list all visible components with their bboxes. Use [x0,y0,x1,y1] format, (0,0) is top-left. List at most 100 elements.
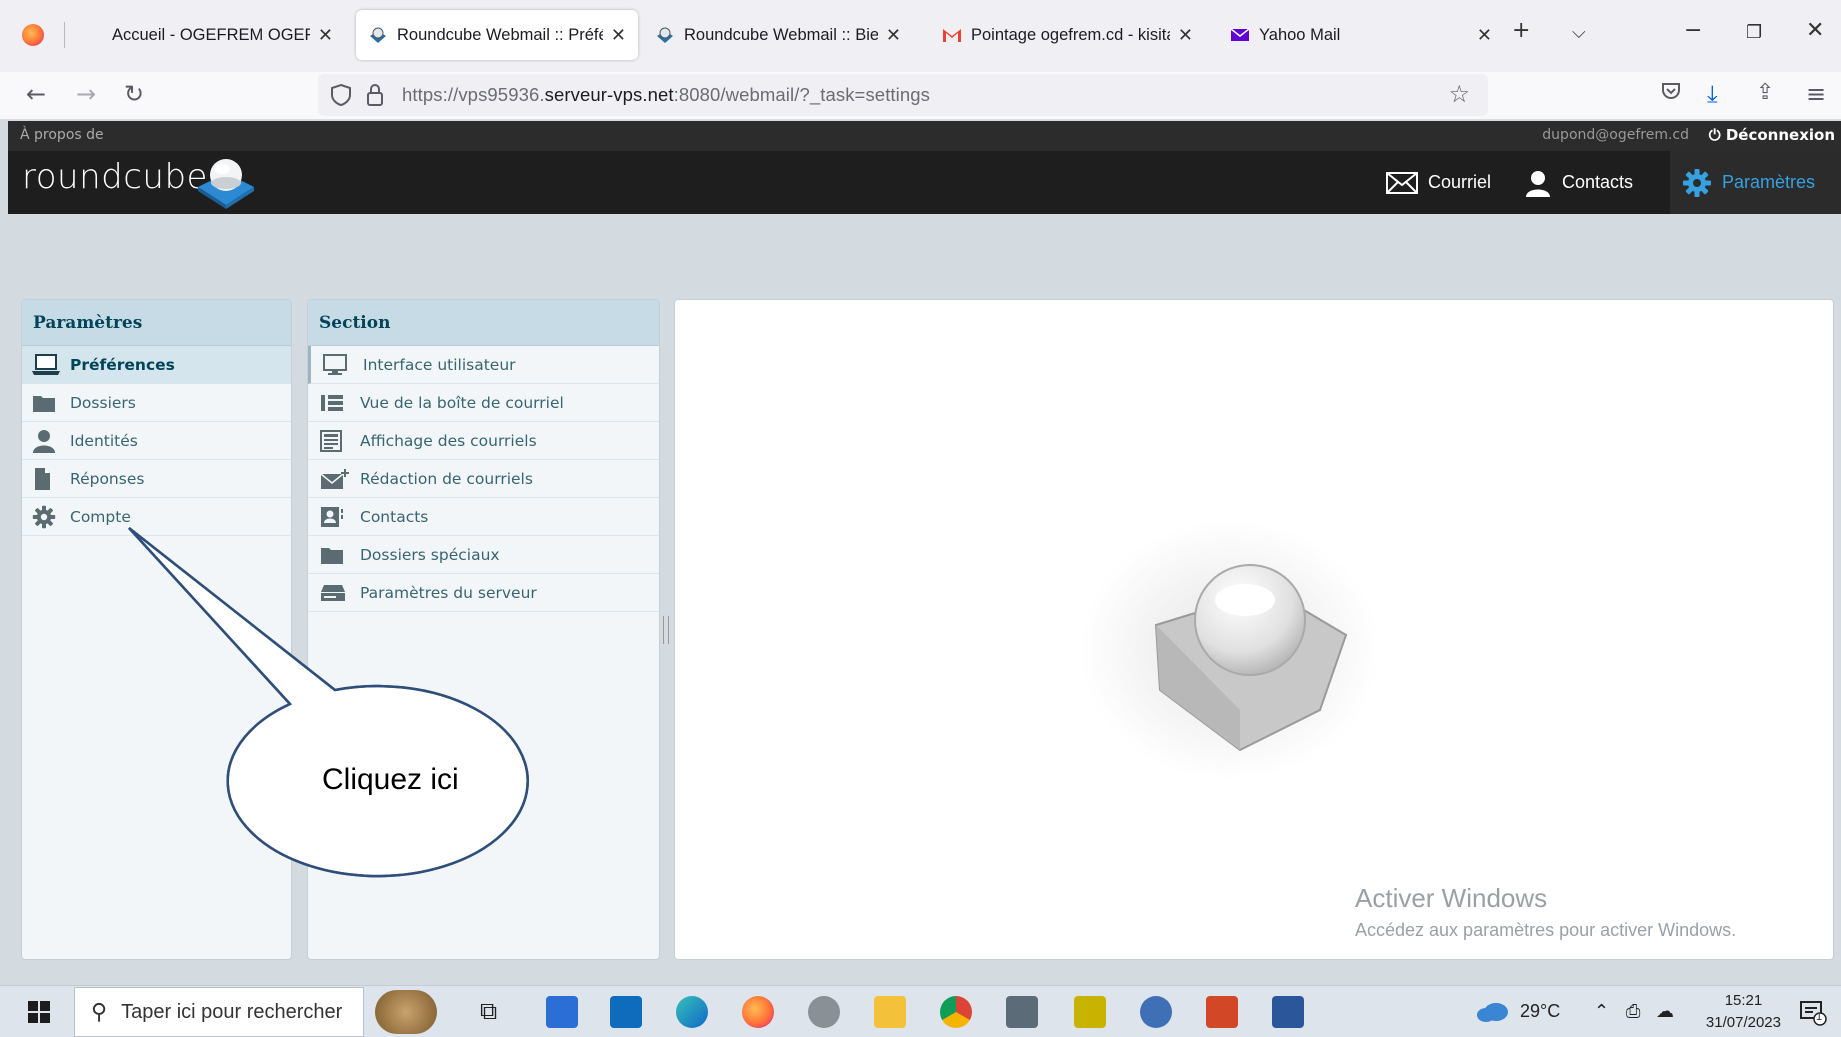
window-close-icon[interactable]: ✕ [1806,18,1824,43]
section-item-mailbox-view[interactable]: Vue de la boîte de courriel [308,384,659,422]
section-item-compose[interactable]: Rédaction de courriels [308,460,659,498]
logout-button[interactable]: ⏻ Déconnexion [1709,126,1835,144]
close-icon[interactable]: ✕ [1178,25,1193,46]
document-icon [32,467,62,491]
back-arrow-icon[interactable]: ← [26,80,46,108]
monitor-icon [323,353,353,376]
message-display-icon [320,429,350,452]
tab-separator [64,22,65,48]
section-item-message-display[interactable]: Affichage des courriels [308,422,659,460]
tab-list-chevron-down-icon[interactable]: ⌵ [1572,22,1586,43]
chrome-icon[interactable] [940,996,972,1028]
word-icon[interactable] [1272,996,1304,1028]
tab-pointage[interactable]: Pointage ogefrem.cd - kisitab ✕ [930,10,1205,60]
settings-item-identities[interactable]: Identités [22,422,291,460]
tab-roundcube-preferences[interactable]: Roundcube Webmail :: Préférences ✕ [356,10,638,60]
firefox-icon[interactable] [742,996,774,1028]
gmail-icon [942,25,962,45]
roundcube-watermark-icon [1080,520,1380,780]
close-icon[interactable]: ✕ [611,25,626,46]
lock-icon[interactable] [366,83,384,111]
fireworks-icon[interactable] [1074,996,1106,1028]
nav-settings[interactable]: Paramètres [1670,151,1841,214]
file-explorer-icon[interactable] [874,996,906,1028]
gear-icon [32,505,62,529]
task-view-icon[interactable]: ⧉ [480,998,497,1026]
settings-item-account[interactable]: Compte [22,498,291,536]
bookmark-star-icon[interactable]: ☆ [1448,80,1470,108]
settings-item-folders[interactable]: Dossiers [22,384,291,422]
app-pen-icon[interactable] [1140,996,1172,1028]
windows-start-icon[interactable] [28,1001,50,1027]
server-icon [320,583,350,603]
search-highlight-icon[interactable] [375,990,437,1034]
weather-temperature[interactable]: 29°C [1520,1001,1560,1022]
shield-icon[interactable] [330,83,352,111]
new-tab-icon[interactable]: + [1512,18,1530,43]
roundcube-topline: À propos de dupond@ogefrem.cd ⏻ Déconnex… [8,121,1841,151]
app-icon[interactable] [808,996,840,1028]
settings-panel: Paramètres Préférences Dossiers Identité… [21,299,292,960]
notification-count: 1 [1816,1011,1823,1023]
downloads-icon[interactable]: ⤓ [1707,80,1718,108]
forward-arrow-icon[interactable]: → [76,80,96,108]
powerpoint-icon[interactable] [1206,996,1238,1028]
settings-item-preferences[interactable]: Préférences [22,346,291,384]
settings-item-responses[interactable]: Réponses [22,460,291,498]
gear-icon [1683,168,1711,197]
app-menu-icon[interactable]: ≡ [1806,80,1826,108]
user-email: dupond@ogefrem.cd [1542,127,1689,143]
windows-taskbar: ⚲ Taper ici pour rechercher ⧉ 29°C ⌃ ⎙ ☁… [0,985,1841,1037]
browser-tab-bar: Accueil - OGEFREM OGEFREM ✕ Roundcube We… [0,0,1841,72]
tab-roundcube-bienvenue[interactable]: Roundcube Webmail :: Bienvenue ✕ [643,10,913,60]
compose-icon [320,468,350,490]
section-item-user-interface[interactable]: Interface utilisateur [308,346,659,384]
laptop-icon [32,353,62,376]
url-bar[interactable]: https://vps95936.serveur-vps.net:8080/we… [318,74,1488,116]
activation-subtitle: Accédez aux paramètres pour activer Wind… [1355,920,1737,940]
notification-icon[interactable]: 1 [1799,998,1827,1030]
section-item-special-folders[interactable]: Dossiers spéciaux [308,536,659,574]
section-item-contacts[interactable]: Contacts [308,498,659,536]
network-icon[interactable]: ⎙ [1626,1001,1640,1022]
windows-activation-watermark: Activer Windows Accédez aux paramètres p… [1355,883,1736,941]
section-item-server-settings[interactable]: Paramètres du serveur [308,574,659,612]
restore-icon[interactable]: ❐ [1746,22,1762,43]
pocket-icon[interactable] [1660,80,1682,108]
roundcube-icon [368,25,388,45]
callout-text: Cliquez ici [322,763,459,796]
roundcube-icon [655,25,675,45]
cloud-weather-icon [1476,1000,1510,1026]
close-icon[interactable]: ✕ [1477,25,1492,46]
panel-splitter[interactable] [663,616,669,644]
onedrive-icon[interactable]: ☁ [1656,1001,1674,1022]
edge-icon[interactable] [676,996,708,1028]
roundcube-logo-icon [198,159,254,209]
mail-app-icon[interactable] [610,996,642,1028]
share-icon[interactable]: ⇪ [1756,80,1774,105]
about-link[interactable]: À propos de [20,127,104,143]
taskbar-search-input[interactable]: ⚲ Taper ici pour rechercher [74,987,364,1037]
firefox-menu-icon[interactable] [22,24,44,46]
nav-mail[interactable]: Courriel [1386,151,1491,214]
tab-yahoo-mail[interactable]: Yahoo Mail ✕ [1218,10,1498,60]
close-icon[interactable]: ✕ [886,25,901,46]
tab-accueil[interactable]: Accueil - OGEFREM OGEFREM ✕ [100,10,345,60]
url-text[interactable]: https://vps95936.serveur-vps.net:8080/we… [402,84,930,106]
yahoo-mail-icon [1230,25,1250,45]
user-icon [32,429,62,453]
nav-contacts[interactable]: Contacts [1524,151,1633,214]
show-hidden-icons-chevron-up-icon[interactable]: ⌃ [1594,1001,1609,1022]
snipping-tool-icon[interactable] [1006,996,1038,1028]
reload-icon[interactable]: ↻ [124,80,144,108]
envelope-icon [1386,171,1418,194]
microsoft-store-icon[interactable] [546,996,578,1028]
taskbar-clock[interactable]: 15:21 31/07/2023 [1706,990,1781,1034]
section-panel: Section Interface utilisateur Vue de la … [307,299,660,960]
roundcube-logo[interactable]: roundcube [22,157,254,209]
close-icon[interactable]: ✕ [318,25,333,46]
minimize-icon[interactable]: − [1684,18,1702,43]
folder-icon [32,393,62,413]
browser-nav-bar: ← → ↻ https://vps95936.serveur-vps.net:8… [0,72,1841,120]
activation-title: Activer Windows [1355,883,1548,913]
